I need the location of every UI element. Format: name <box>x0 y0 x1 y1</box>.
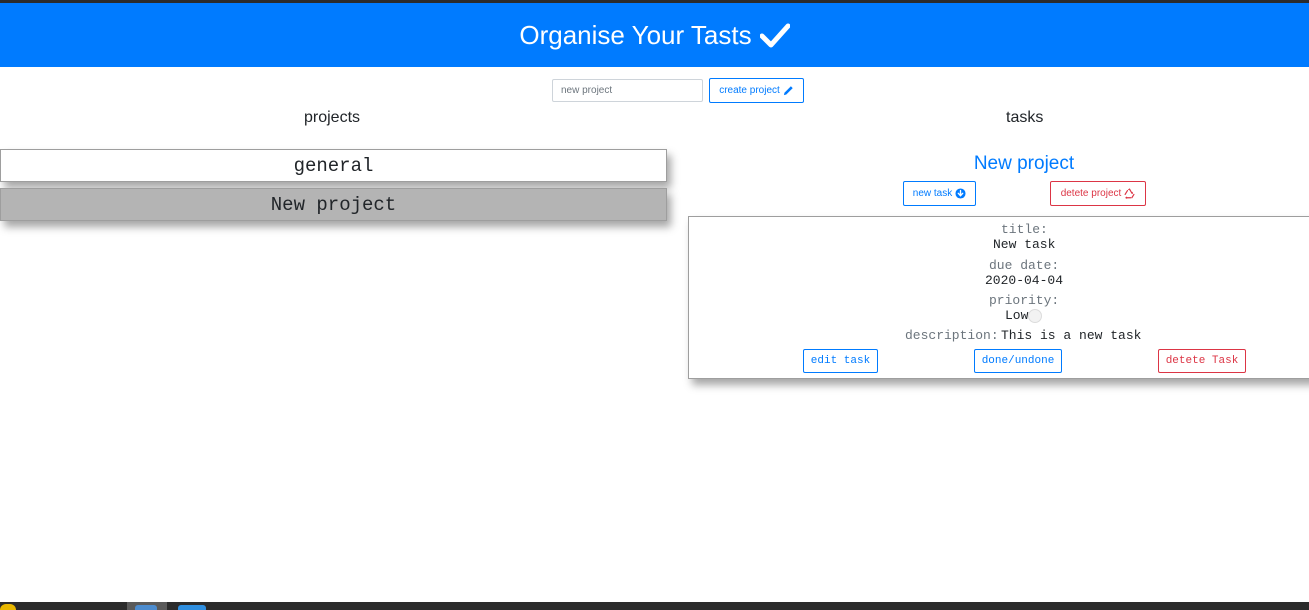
delete-task-button[interactable]: detete Task <box>1158 349 1246 373</box>
os-taskbar <box>0 602 1309 610</box>
task-priority-value: Low <box>1005 308 1029 323</box>
new-task-button[interactable]: new task <box>903 181 976 206</box>
recycle-icon <box>1124 188 1135 199</box>
edit-task-label: edit task <box>810 355 871 367</box>
new-project-input[interactable] <box>552 79 703 102</box>
edit-task-button[interactable]: edit task <box>803 349 878 373</box>
task-title: New task <box>993 237 1056 252</box>
pencil-icon <box>783 86 793 96</box>
browser-icon[interactable] <box>178 605 206 610</box>
arrow-circle-down-icon <box>955 188 966 199</box>
delete-project-button[interactable]: detete project <box>1050 181 1146 206</box>
done-undone-label: done/undone <box>981 355 1055 367</box>
task-due-label: due date: <box>989 258 1060 273</box>
project-item-label: New project <box>270 193 397 216</box>
task-title-label: title: <box>1001 222 1048 237</box>
delete-task-label: detete Task <box>1165 355 1239 367</box>
done-undone-button[interactable]: done/undone <box>974 349 1062 373</box>
taskbar-app-icon[interactable] <box>127 602 167 610</box>
create-project-button[interactable]: create project <box>709 78 804 103</box>
tasks-heading: tasks <box>1006 109 1044 126</box>
current-project-title: New project <box>973 153 1075 174</box>
app-header: Organise Your Tasts <box>0 3 1309 67</box>
app-title: Organise Your Tasts <box>519 19 752 50</box>
task-priority-label: priority: <box>989 293 1060 308</box>
create-project-label: create project <box>719 85 780 96</box>
new-task-label: new task <box>912 188 953 199</box>
window-icon <box>135 605 157 610</box>
task-due-date: 2020-04-04 <box>985 273 1064 288</box>
task-description-label: description: <box>905 328 999 343</box>
projects-heading: projects <box>304 109 361 126</box>
project-item-new-project[interactable]: New project <box>0 188 667 221</box>
project-item-label: general <box>293 154 374 177</box>
project-item-general[interactable]: general <box>0 149 667 182</box>
task-priority: Low <box>1005 308 1043 323</box>
priority-dot-icon <box>1028 308 1043 323</box>
task-description: This is a new task <box>1001 328 1142 343</box>
start-menu-icon[interactable] <box>0 604 16 610</box>
task-card: title: New task due date: 2020-04-04 pri… <box>688 216 1309 379</box>
delete-project-label: detete project <box>1060 188 1122 199</box>
check-icon <box>759 23 790 48</box>
